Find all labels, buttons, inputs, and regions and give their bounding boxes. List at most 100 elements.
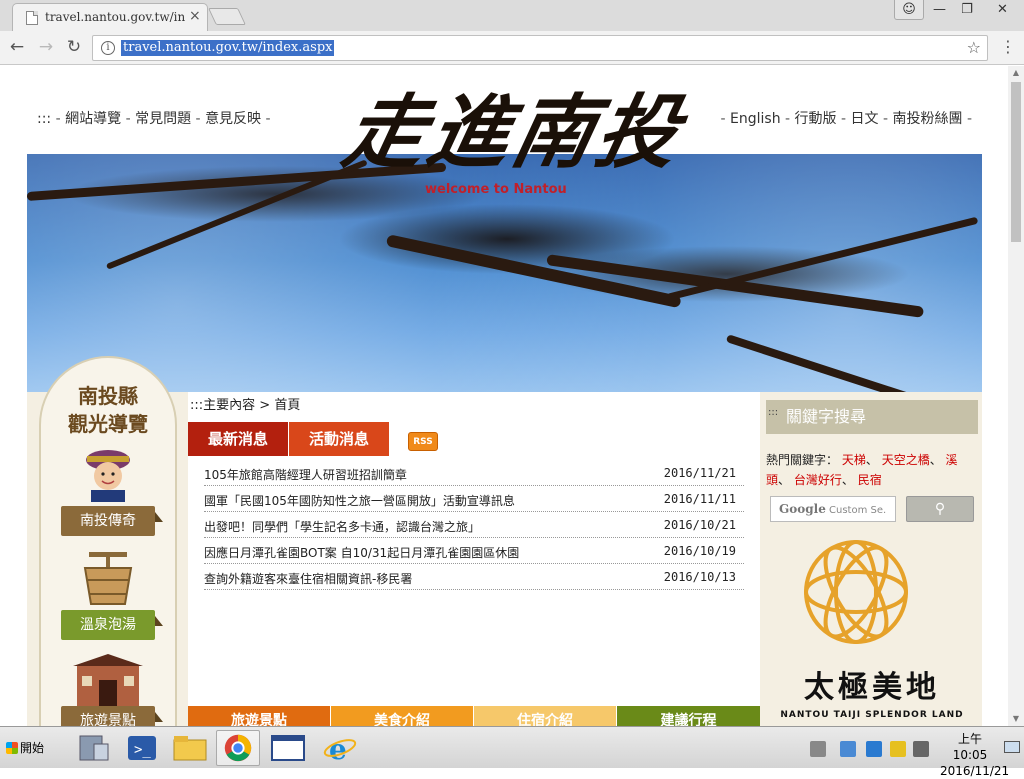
news-title[interactable]: 查詢外籍遊客來臺住宿相關資訊-移民署 [204,570,412,587]
window-app-icon[interactable] [266,730,310,766]
news-list: 105年旅館高階經理人研習班招訓簡章 2016/11/21 國軍「民國105年國… [204,460,744,590]
tab-title: travel.nantou.gov.tw/index.aspx [45,10,185,24]
page-viewport: ::: - 網站導覽 - 常見問題 - 意見反映 - - English - 行… [0,66,1008,726]
news-item[interactable]: 因應日月潭孔雀園BOT案 自10/31起日月潭孔雀園園區休園 2016/10/1… [204,538,744,564]
hot-keyword-link[interactable]: 天梯 [842,453,866,467]
category-attractions[interactable]: 旅遊景點 [188,706,330,726]
category-bar: 旅遊景點 美食介紹 住宿介紹 建議行程 [188,706,760,726]
browser-tab-strip: travel.nantou.gov.tw/index.aspx × ☺ — ❐ … [0,0,1024,31]
news-title[interactable]: 105年旅館高階經理人研習班招訓簡章 [204,466,407,483]
category-lodging[interactable]: 住宿介紹 [474,706,616,726]
bookmark-star-icon[interactable]: ☆ [967,38,981,57]
news-date: 2016/10/13 [663,570,736,584]
scroll-down-arrow-icon[interactable]: ▼ [1008,712,1024,726]
tab-latest-news[interactable]: 最新消息 [188,422,288,456]
windows-taskbar: 開始 >_ e 上午 10:05 2016/11/21 [0,726,1024,778]
nav-item-legend[interactable]: 南投傳奇 [61,506,163,536]
header-link-faq[interactable]: 常見問題 [135,111,191,127]
header-link-fanpage[interactable]: 南投粉絲團 [892,111,962,127]
nav-item-attractions[interactable]: 旅遊景點 [61,706,163,726]
site-info-icon[interactable]: i [101,41,115,55]
news-item[interactable]: 出發吧！同學們「學生記名多卡通，認識台灣之旅」 2016/10/21 [204,512,744,538]
banner-branch [105,159,368,270]
left-nav-title: 南投縣 觀光導覽 [68,384,148,436]
speaker-tray-icon[interactable] [913,741,929,757]
news-title[interactable]: 國軍「民國105年國防知性之旅一營區開放」活動宣導訊息 [204,492,515,509]
svg-text:>_: >_ [134,742,151,758]
bucket-icon [83,552,133,605]
news-item[interactable]: 國軍「民國105年國防知性之旅一營區開放」活動宣導訊息 2016/11/11 [204,486,744,512]
browser-tab[interactable]: travel.nantou.gov.tw/index.aspx × [12,3,208,31]
scroll-up-arrow-icon[interactable]: ▲ [1008,66,1024,80]
teamviewer-tray-icon[interactable] [866,741,882,757]
browser-menu-icon[interactable]: ⋮ [1000,38,1016,56]
nav-item-hotspring[interactable]: 溫泉泡湯 [61,610,163,640]
header-link-japanese[interactable]: 日文 [851,111,879,127]
logo-calligraphy-text: 走進南投 [335,85,692,179]
tab-event-news[interactable]: 活動消息 [289,422,389,456]
close-window-button[interactable]: ✕ [981,0,1024,20]
powershell-icon[interactable]: >_ [120,730,164,766]
header-right-links: - English - 行動版 - 日文 - 南投粉絲團 - [720,111,973,127]
news-title[interactable]: 因應日月潭孔雀園BOT案 自10/31起日月潭孔雀園園區休園 [204,544,519,561]
breadcrumb: :::主要內容 > 首頁 [190,398,301,413]
building-icon [73,654,143,708]
child-icon [86,450,130,502]
right-sidebar: ::: 關鍵字搜尋 熱門關鍵字： 天梯、 天空之橋、 溪頭、 台灣好行、 民宿 … [766,392,978,726]
header-link-sitemap[interactable]: 網站導覽 [65,111,121,127]
taiji-title: 太極美地 [804,670,940,705]
page-scrollbar[interactable]: ▲ ▼ [1008,66,1024,726]
header-link-mobile[interactable]: 行動版 [795,111,837,127]
news-date: 2016/11/21 [663,466,736,480]
rss-icon[interactable]: RSS [408,432,438,451]
banner-branch [666,216,979,301]
scrollbar-thumb[interactable] [1011,82,1021,242]
page-favicon-icon [26,11,38,25]
hot-keyword-link[interactable]: 天空之橋 [882,453,930,467]
news-title[interactable]: 出發吧！同學們「學生記名多卡通，認識台灣之旅」 [204,518,480,535]
minimize-button[interactable]: — [926,0,953,20]
hot-keyword-link[interactable]: 台灣好行 [794,473,842,487]
address-bar[interactable]: i travel.nantou.gov.tw/index.aspx ☆ [92,35,988,61]
start-button[interactable]: 開始 [2,733,54,763]
hot-keyword-link[interactable]: 民宿 [858,473,882,487]
security-tray-icon[interactable] [890,741,906,757]
windows-logo-icon [6,742,18,754]
news-date: 2016/11/11 [663,492,736,506]
new-tab-button[interactable] [208,8,246,25]
internet-explorer-icon[interactable]: e [318,730,362,766]
site-logo[interactable]: 走進南投 [336,68,692,198]
hot-keywords: 熱門關鍵字： 天梯、 天空之橋、 溪頭、 台灣好行、 民宿 [766,453,958,487]
site-container: ::: - 網站導覽 - 常見問題 - 意見反映 - - English - 行… [26,76,982,726]
google-search-input[interactable]: Google Custom Se. [770,496,896,522]
reload-icon[interactable]: ↻ [63,37,85,59]
network-tray-icon[interactable] [840,741,856,757]
breadcrumb-current[interactable]: 首頁 [274,398,300,413]
news-item[interactable]: 查詢外籍遊客來臺住宿相關資訊-移民署 2016/10/13 [204,564,744,590]
restore-button[interactable]: ❐ [954,0,980,20]
chrome-icon[interactable] [216,730,260,766]
profile-icon[interactable]: ☺ [894,0,924,20]
header-link-feedback[interactable]: 意見反映 [205,111,261,127]
left-tourism-nav: 南投縣 觀光導覽 南投傳奇 溫泉泡湯 旅遊景點 [39,356,177,726]
forward-arrow-icon[interactable]: → [35,37,57,59]
url-text[interactable]: travel.nantou.gov.tw/index.aspx [121,40,335,56]
header-left-links: ::: - 網站導覽 - 常見問題 - 意見反映 - [37,111,271,127]
news-item[interactable]: 105年旅館高階經理人研習班招訓簡章 2016/11/21 [204,460,744,486]
category-itinerary[interactable]: 建議行程 [617,706,760,726]
tab-close-icon[interactable]: × [189,8,201,24]
keyword-search-header: ::: 關鍵字搜尋 [766,400,978,434]
header-link-english[interactable]: English [730,111,781,127]
file-explorer-icon[interactable] [168,730,212,766]
search-button[interactable]: ⚲ [906,496,974,522]
server-manager-icon[interactable] [72,730,116,766]
category-food[interactable]: 美食介紹 [331,706,473,726]
taskbar-clock[interactable]: 上午 10:05 2016/11/21 [940,731,1009,779]
search-icon: ⚲ [934,501,946,517]
back-arrow-icon[interactable]: ← [6,37,28,59]
taiji-subtitle: NANTOU TAIJI SPLENDOR LAND [780,710,964,720]
taiji-sphere-logo[interactable] [796,532,916,652]
show-desktop-button[interactable] [1004,741,1020,753]
keyboard-icon[interactable] [810,741,826,757]
logo-welcome-text: welcome to Nantou [425,182,567,197]
